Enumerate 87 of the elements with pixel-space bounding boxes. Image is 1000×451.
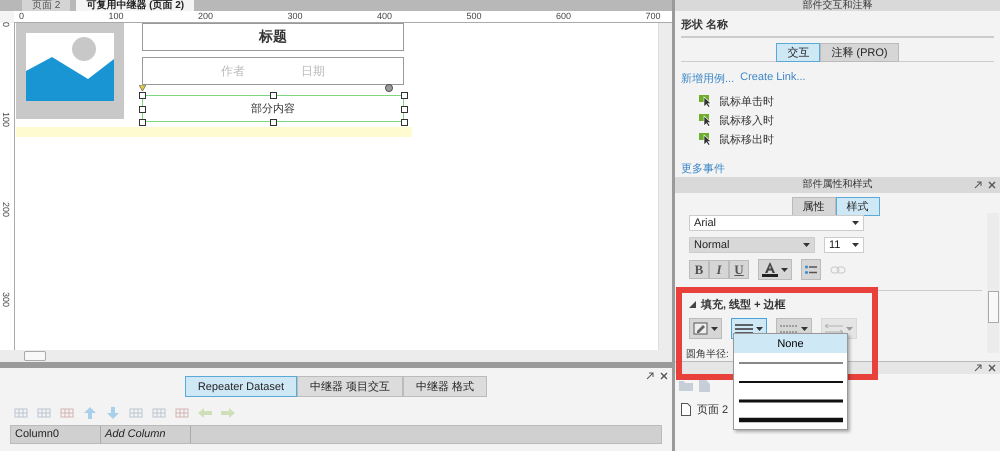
content-text: 部分内容 [251,102,295,116]
tab[interactable]: 注释 (PRO) [820,43,899,62]
ruler-label: 200 [198,11,214,21]
ruler-label: 600 [556,11,572,21]
arrow-style-icon [825,324,843,334]
dropdown-arrow-icon[interactable] [852,221,859,225]
dropdown-arrow-icon[interactable] [781,268,788,272]
close-icon[interactable] [988,364,996,372]
bullet-list-button[interactable] [801,259,821,280]
tab[interactable]: Repeater Dataset [184,376,298,397]
font-family-dropdown[interactable]: Arial [689,215,864,231]
ruler-label: 400 [377,11,392,21]
event-item[interactable]: 鼠标移出时 [719,132,774,147]
image-icon [26,33,114,101]
tab[interactable]: 样式 [836,197,880,216]
event-item[interactable]: 鼠标移入时 [719,113,774,128]
dropdown-arrow-icon[interactable] [801,326,808,330]
resize-handle[interactable] [270,92,277,99]
fill-color-button[interactable] [689,318,722,339]
line-weight-icon [738,360,842,366]
corner-radius-label: 圆角半径: [686,348,730,361]
pin-icon[interactable] [646,372,654,380]
tab[interactable]: 交互 [776,43,820,62]
cursor-icon [699,133,713,146]
menu-item[interactable]: None [734,334,847,353]
ruler-label: 100 [108,11,124,21]
tab[interactable]: 中继器 项目交互 [297,376,404,397]
section-title[interactable]: 填充, 线型 + 边框 [701,297,786,312]
format-button[interactable]: U [729,260,749,279]
rotate-handle-icon[interactable] [385,84,393,92]
content-box[interactable]: 部分内容 [142,95,404,122]
pin-icon[interactable] [974,181,982,189]
meta-text: 日期 [301,62,325,80]
tab[interactable]: 中继器 格式 [403,376,488,397]
scroll-thumb[interactable] [24,351,46,361]
line-weight-icon [738,416,842,422]
title-text: 标题 [259,28,287,46]
format-button[interactable]: B [689,260,709,279]
close-icon[interactable] [660,372,668,380]
dropdown-arrow-icon[interactable] [711,326,718,330]
tab[interactable]: 页面 2 [22,0,70,11]
page-item[interactable]: 页面 2 [697,402,728,417]
link[interactable]: 新增用例... [681,71,734,86]
column-header[interactable]: Add Column [101,426,191,443]
format-button[interactable]: I [709,260,729,279]
meta-text: 作者 [221,62,245,80]
vertical-scrollbar[interactable] [658,23,672,350]
cursor-icon [699,114,713,127]
ruler-label: 0 [19,11,24,21]
panel-title: 部件属性和样式 [802,179,872,190]
dropdown-arrow-icon[interactable] [803,243,810,247]
column-header[interactable]: Column0 [11,426,101,443]
ruler-label: 300 [288,11,303,21]
ruler-label: 500 [466,11,482,21]
cursor-icon [699,95,713,108]
page-icon [681,403,691,416]
font-size-dropdown[interactable]: 11 [824,237,864,253]
scroll-thumb[interactable] [988,291,999,323]
bullet-list-icon [805,264,817,274]
line-weight-icon [735,324,753,334]
tab[interactable]: 属性 [792,197,836,216]
dropdown-arrow-icon[interactable] [852,243,859,247]
pin-icon[interactable] [974,364,982,372]
ruler-label: 100 [1,112,11,130]
text-color-button[interactable] [758,259,792,280]
fill-color-icon [693,322,708,335]
resize-handle[interactable] [270,119,277,126]
line-weight-option[interactable] [734,353,847,372]
dashed-line-icon [780,324,798,332]
line-weight-icon [738,398,842,404]
ruler-label: 300 [1,292,11,310]
link[interactable]: Create Link... [740,71,806,86]
horizontal-scrollbar[interactable] [0,350,672,362]
ruler-label: 200 [1,202,11,220]
more-events-link[interactable]: 更多事件 [681,161,994,176]
close-icon[interactable] [988,181,996,189]
ruler-label: 0 [1,22,11,30]
dropdown-arrow-icon[interactable] [756,326,763,330]
vertical-scrollbar[interactable] [987,213,999,353]
event-item[interactable]: 鼠标单击时 [719,94,774,109]
text-color-icon [762,262,778,277]
expand-triangle-icon[interactable] [689,301,696,308]
field-label: 形状 名称 [681,18,730,32]
line-weight-option[interactable] [734,410,847,429]
font-style-dropdown[interactable]: Normal [689,237,815,253]
ruler-label: 700 [646,11,661,21]
anchor-icon[interactable] [139,85,146,91]
